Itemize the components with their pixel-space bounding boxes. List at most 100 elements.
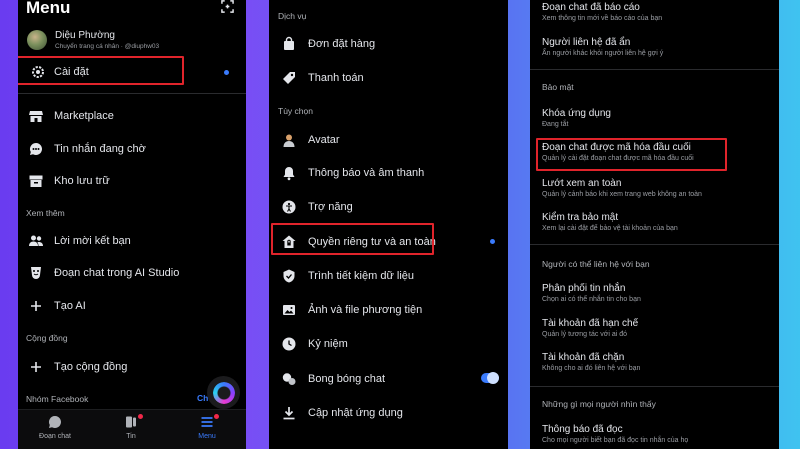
privacy-item-label: Đoạn chat đã báo cáo [542, 2, 640, 13]
settings-item-data-saver[interactable]: Trình tiết kiệm dữ liệu [269, 267, 508, 285]
privacy-item-hidden-contacts[interactable]: Người liên hệ đã ẩn Ẩn người khác khỏi n… [542, 37, 663, 57]
settings-item-accessibility[interactable]: Trợ năng [269, 198, 508, 216]
archive-icon [28, 173, 44, 189]
section-header-what-people-see: Những gì mọi người nhìn thấy [542, 399, 656, 409]
settings-item-payments[interactable]: Thanh toán [269, 69, 508, 87]
section-header-options: Tùy chọn [278, 106, 313, 116]
menu-item-create-ai[interactable]: Tạo AI [18, 297, 246, 315]
settings-item-app-updates[interactable]: Cập nhật ứng dụng [269, 404, 508, 422]
settings-item-photos-media[interactable]: Ảnh và file phương tiện [269, 301, 508, 319]
privacy-item-label: Thông báo đã đọc [542, 424, 623, 435]
ai-studio-icon [28, 265, 44, 281]
stories-icon [123, 414, 139, 430]
settings-item-label: Thanh toán [308, 72, 364, 84]
tab-menu[interactable]: Menu [182, 414, 232, 440]
settings-item-label: Trình tiết kiệm dữ liệu [308, 270, 414, 282]
menu-item-ai-studio-chats[interactable]: Đoạn chat trong AI Studio [18, 264, 246, 282]
privacy-new-dot [490, 239, 495, 244]
people-icon [28, 233, 44, 249]
privacy-item-security-checkup[interactable]: Kiểm tra bảo mật Xem lại cài đặt để bảo … [542, 212, 678, 232]
divider [530, 69, 779, 70]
privacy-item-label: Lướt xem an toàn [542, 178, 622, 189]
menu-item-label: Lời mời kết bạn [54, 235, 131, 247]
payment-tag-icon [281, 70, 297, 86]
settings-highlight-box [18, 56, 184, 85]
tab-label: Đoạn chat [39, 433, 71, 440]
menu-item-pending-messages[interactable]: Tin nhắn đang chờ [18, 140, 246, 158]
tab-label: Menu [198, 433, 216, 440]
e2ee-highlight-box [536, 138, 727, 171]
privacy-item-reported-chats[interactable]: Đoạn chat đã báo cáo Xem thông tin mới v… [542, 2, 662, 22]
privacy-item-restricted-accounts[interactable]: Tài khoản đã hạn chế Quản lý tương tác v… [542, 318, 638, 338]
settings-item-label: Kỷ niệm [308, 338, 348, 350]
menu-item-label: Tạo cộng đồng [54, 361, 128, 373]
settings-item-memories[interactable]: Kỷ niệm [269, 335, 508, 353]
menu-panel: Menu Diệu Phường Chuyển trang cá nhân · … [18, 0, 246, 449]
privacy-item-label: Người liên hệ đã ẩn [542, 37, 631, 48]
menu-icon [199, 414, 215, 430]
settings-item-avatar[interactable]: Avatar [269, 131, 508, 149]
memories-icon [281, 336, 297, 352]
chat-bubbles-icon [281, 371, 297, 387]
privacy-item-label: Tài khoản đã chặn [542, 352, 625, 363]
section-header-services: Dịch vụ [278, 11, 307, 21]
tab-chats[interactable]: Đoạn chat [30, 414, 80, 440]
privacy-item-label: Khóa ứng dụng [542, 108, 611, 119]
section-header-community: Cộng đồng [26, 333, 68, 343]
privacy-item-subtitle: Ẩn người khác khỏi người liên hệ gợi ý [542, 50, 664, 57]
privacy-item-blocked-accounts[interactable]: Tài khoản đã chặn Không cho ai đó liên h… [542, 352, 640, 372]
divider [530, 386, 779, 387]
profile-subtitle: Chuyển trang cá nhân · @diuphw03 [55, 43, 160, 50]
settings-new-dot [224, 70, 229, 75]
privacy-item-subtitle: Cho mọi người biết bạn đã đọc tin nhắn c… [542, 437, 689, 444]
section-header-see-more: Xem thêm [26, 208, 65, 218]
privacy-panel: Đoạn chat đã báo cáo Xem thông tin mới v… [530, 0, 779, 449]
menu-item-label: Marketplace [54, 110, 114, 122]
menu-item-marketplace[interactable]: Marketplace [18, 107, 246, 125]
privacy-item-read-receipts[interactable]: Thông báo đã đọc Cho mọi người biết bạn … [542, 424, 688, 444]
data-saver-icon [281, 268, 297, 284]
download-icon [281, 405, 297, 421]
profile-name: Diệu Phường [55, 30, 115, 41]
settings-item-label: Ảnh và file phương tiện [308, 304, 423, 316]
meta-ai-ring-icon [212, 381, 235, 404]
section-header-security: Bảo mật [542, 82, 574, 92]
settings-item-orders[interactable]: Đơn đặt hàng [269, 35, 508, 53]
privacy-item-safe-browsing[interactable]: Lướt xem an toàn Quản lý cảnh báo khi xe… [542, 178, 702, 198]
plus-icon [28, 359, 44, 375]
accessibility-icon [281, 199, 297, 215]
menu-item-friend-requests[interactable]: Lời mời kết bạn [18, 232, 246, 250]
privacy-highlight-box [271, 223, 434, 255]
menu-item-archive[interactable]: Kho lưu trữ [18, 172, 246, 190]
privacy-item-subtitle: Quản lý tương tác với ai đó [542, 331, 628, 338]
settings-item-chat-heads[interactable]: Bong bóng chat [269, 370, 508, 388]
privacy-item-subtitle: Xem lại cài đặt để bảo vệ tài khoản của … [542, 225, 678, 232]
shop-icon [28, 108, 44, 124]
menu-item-create-community[interactable]: Tạo cộng đồng [18, 358, 246, 376]
privacy-item-subtitle: Đang tắt [542, 121, 569, 128]
chat-bubble-icon [47, 414, 63, 430]
chat-heads-toggle[interactable] [481, 372, 499, 384]
privacy-item-subtitle: Quản lý cảnh báo khi xem trang web không… [542, 191, 702, 198]
settings-item-notifications[interactable]: Thông báo và âm thanh [269, 164, 508, 182]
divider [530, 244, 779, 245]
privacy-item-app-lock[interactable]: Khóa ứng dụng Đang tắt [542, 108, 611, 128]
section-header-who-can-contact: Người có thể liên hệ với bạn [542, 259, 650, 269]
chat-waiting-icon [28, 141, 44, 157]
qr-scan-icon[interactable] [221, 0, 234, 18]
menu-item-label: Tin nhắn đang chờ [54, 143, 146, 155]
settings-panel: Dịch vụ Đơn đặt hàng Thanh toán Tùy chọn… [269, 0, 508, 449]
privacy-item-label: Phân phối tin nhắn [542, 283, 626, 294]
tab-stories[interactable]: Tin [106, 414, 156, 440]
settings-item-label: Avatar [308, 134, 340, 146]
menu-item-label: Tạo AI [54, 300, 86, 312]
menu-title: Menu [26, 0, 71, 17]
profile-block[interactable]: Diệu Phường Chuyển trang cá nhân · @diup… [55, 30, 159, 50]
settings-item-label: Đơn đặt hàng [308, 38, 376, 50]
bag-icon [281, 36, 297, 52]
meta-ai-button[interactable] [207, 376, 240, 409]
avatar[interactable] [27, 30, 47, 50]
stories-badge [138, 414, 143, 419]
privacy-item-message-delivery[interactable]: Phân phối tin nhắn Chọn ai có thể nhắn t… [542, 283, 641, 303]
menu-item-label: Kho lưu trữ [54, 175, 110, 187]
